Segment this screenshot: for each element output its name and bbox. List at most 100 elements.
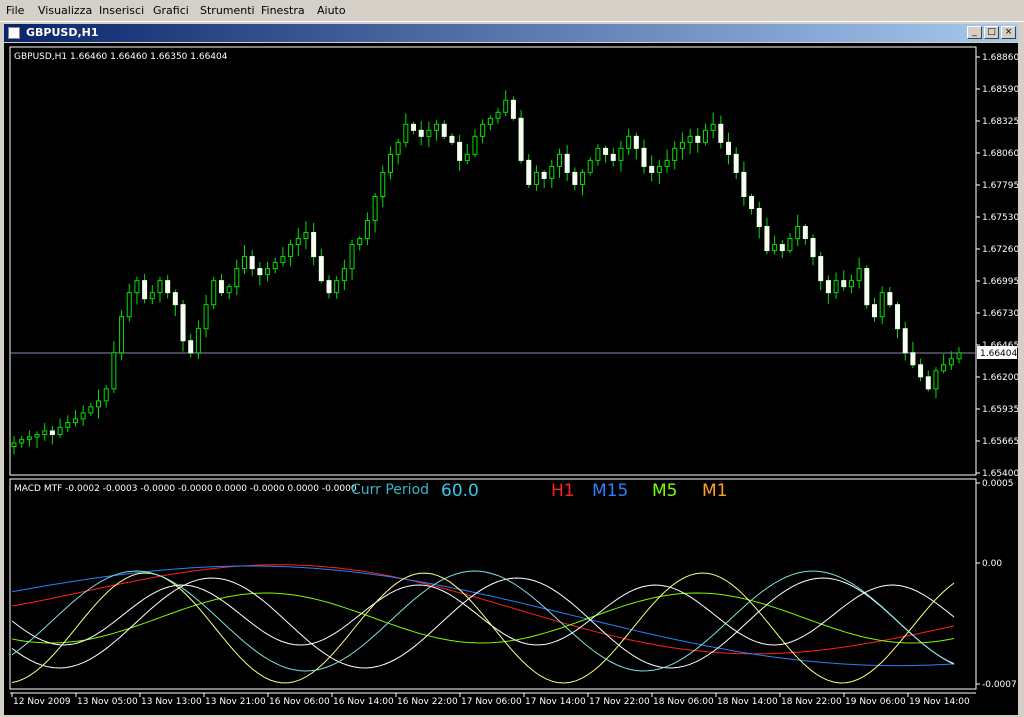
- candle-body: [802, 226, 808, 240]
- candle-body: [11, 442, 17, 448]
- macd-line: [11, 572, 955, 684]
- menu-visualizza[interactable]: Visualizza: [38, 4, 92, 17]
- chart-area[interactable]: GBPUSD,H1 1.66460 1.66460 1.66350 1.6640…: [4, 43, 1018, 715]
- candle-body: [871, 304, 877, 318]
- candle-body: [564, 153, 570, 173]
- candle-body: [556, 153, 562, 167]
- price-tick-label: 1.67530: [982, 213, 1018, 223]
- candle-body: [57, 426, 63, 436]
- candle-body: [664, 159, 670, 167]
- candle-body: [626, 135, 632, 149]
- price-tick-label: 1.68325: [982, 117, 1018, 127]
- menu-aiuto[interactable]: Aiuto: [317, 4, 346, 17]
- candle-body: [510, 99, 516, 119]
- price-pane-frame: [9, 46, 977, 476]
- candle-body: [134, 280, 140, 294]
- candle-body: [918, 364, 924, 378]
- candle-body: [656, 165, 662, 173]
- price-tick-label: 1.65935: [982, 405, 1018, 415]
- close-button[interactable]: ×: [1001, 26, 1016, 39]
- candle-body: [518, 117, 524, 161]
- price-tick-label: 1.66465: [982, 341, 1018, 351]
- time-tick-label: 17 Nov 06:00: [461, 697, 522, 707]
- price-tick-label: 1.68590: [982, 85, 1018, 95]
- candle-body: [411, 123, 417, 131]
- candle-body: [395, 141, 401, 155]
- time-tick-label: 17 Nov 14:00: [525, 697, 586, 707]
- candle-body: [19, 438, 25, 444]
- candle-body: [180, 304, 186, 342]
- menu-file[interactable]: File: [6, 4, 24, 17]
- candle-body: [503, 99, 509, 113]
- candle-body: [726, 141, 732, 155]
- candle-body: [902, 328, 908, 354]
- time-tick-label: 16 Nov 22:00: [397, 697, 458, 707]
- indicator-axis: 0.0005 0.00 -0.0007: [976, 479, 1017, 690]
- price-tick-label: 1.68060: [982, 149, 1018, 159]
- tf-label-m1: M1: [702, 481, 727, 501]
- price-tick-label: 1.66200: [982, 373, 1018, 383]
- candlestick-series: [11, 90, 962, 455]
- candle-body: [288, 244, 294, 258]
- chart-canvas[interactable]: GBPUSD,H1 1.66460 1.66460 1.66350 1.6640…: [4, 43, 1018, 715]
- macd-line: [11, 592, 955, 644]
- macd-line: [11, 564, 955, 655]
- candle-body: [349, 244, 355, 270]
- chart-window-titlebar[interactable]: GBPUSD,H1 _ □ ×: [4, 24, 1018, 42]
- candle-body: [357, 238, 363, 246]
- candle-body: [111, 352, 117, 390]
- candle-body: [218, 280, 224, 294]
- candle-body: [195, 328, 201, 354]
- candle-body: [88, 406, 94, 414]
- price-tick-label: 1.65665: [982, 437, 1018, 447]
- candle-body: [679, 141, 685, 149]
- macd-line: [11, 577, 955, 669]
- chart-window-title: GBPUSD,H1: [26, 26, 99, 39]
- candle-body: [818, 256, 824, 282]
- candle-body: [879, 292, 885, 318]
- candle-body: [142, 280, 148, 300]
- candle-body: [426, 129, 432, 137]
- minimize-button[interactable]: _: [967, 26, 982, 39]
- price-header: GBPUSD,H1 1.66460 1.66460 1.66350 1.6640…: [14, 52, 228, 62]
- candle-body: [487, 117, 493, 125]
- candle-body: [702, 129, 708, 143]
- candle-body: [848, 280, 854, 288]
- candle-body: [211, 280, 217, 306]
- time-axis: 12 Nov 2009 13 Nov 05:00 13 Nov 13:00 13 No…: [11, 693, 970, 707]
- candle-body: [687, 135, 693, 143]
- menu-finestra[interactable]: Finestra: [261, 4, 305, 17]
- candle-body: [464, 153, 470, 161]
- tf-label-m5: M5: [652, 481, 677, 501]
- candle-body: [925, 376, 931, 390]
- menu-strumenti[interactable]: Strumenti: [200, 4, 255, 17]
- candle-body: [334, 280, 340, 294]
- tf-label-m15: M15: [592, 481, 628, 501]
- candle-body: [741, 171, 747, 197]
- candle-body: [172, 292, 178, 306]
- candle-body: [441, 123, 447, 137]
- candle-body: [341, 268, 347, 282]
- indicator-header: MACD MTF -0.0002 -0.0003 -0.0000 -0.0000…: [14, 484, 357, 494]
- time-tick-label: 16 Nov 14:00: [333, 697, 394, 707]
- candle-body: [587, 159, 593, 173]
- candle-body: [779, 244, 785, 252]
- candle-body: [948, 358, 954, 366]
- candle-body: [311, 232, 317, 258]
- menu-grafici[interactable]: Grafici: [153, 4, 189, 17]
- candle-body: [157, 280, 163, 294]
- menu-inserisci[interactable]: Inserisci: [99, 4, 144, 17]
- candle-body: [595, 147, 601, 161]
- candle-body: [480, 123, 486, 137]
- candle-body: [203, 304, 209, 330]
- candle-body: [403, 123, 409, 143]
- time-tick-label: 18 Nov 22:00: [781, 697, 842, 707]
- candle-body: [188, 340, 194, 354]
- candle-body: [303, 232, 309, 240]
- candle-body: [841, 280, 847, 288]
- candle-body: [495, 111, 501, 119]
- candle-body: [580, 171, 586, 185]
- restore-button[interactable]: □: [984, 26, 999, 39]
- candle-body: [749, 195, 755, 209]
- price-tick-label: 1.66995: [982, 277, 1018, 287]
